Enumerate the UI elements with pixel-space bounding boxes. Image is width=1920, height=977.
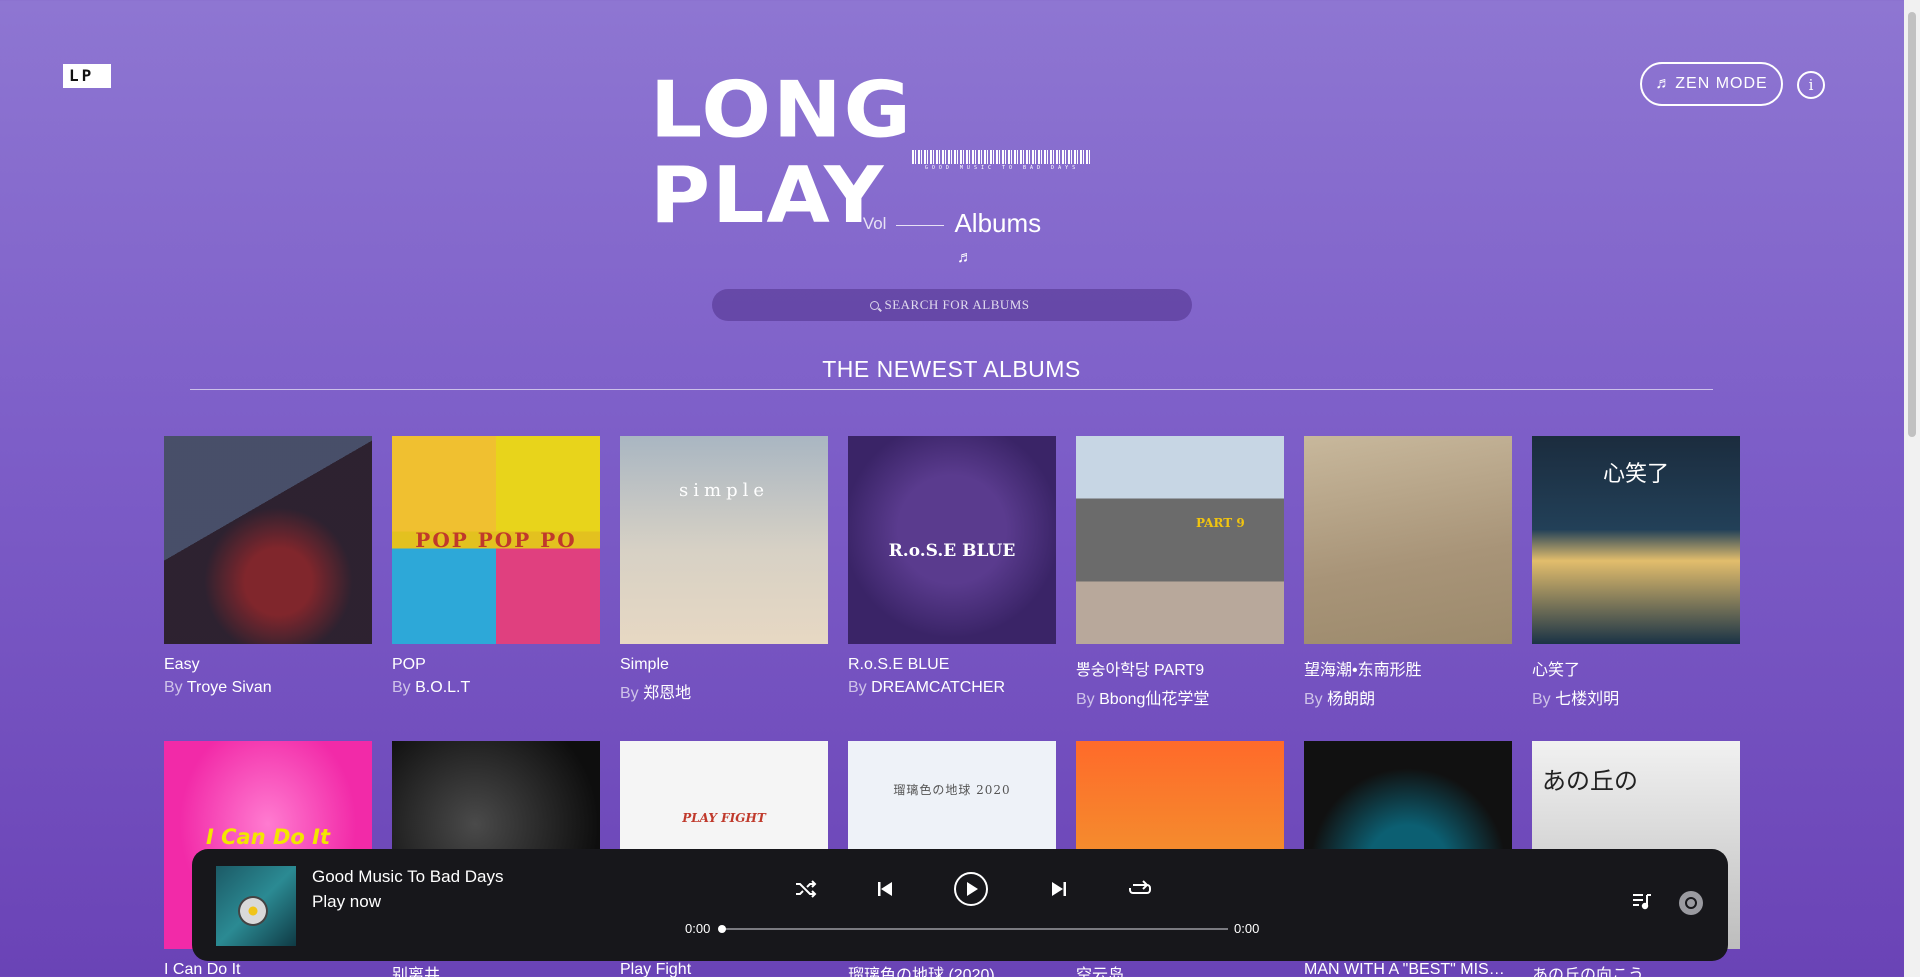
logo-tagline: GOOD MUSIC TO BAD DAYS bbox=[924, 165, 1080, 171]
album-card[interactable]: Easy By Troye Sivan bbox=[164, 436, 372, 709]
album-cover-text: PLAY FIGHT bbox=[682, 811, 766, 825]
zen-mode-label: ZEN MODE bbox=[1675, 75, 1768, 92]
album-artist-line: By 杨朗朗 bbox=[1304, 685, 1512, 709]
album-card[interactable]: simple Simple By 郑恩地 bbox=[620, 436, 828, 709]
album-artist[interactable]: B.O.L.T bbox=[415, 679, 470, 696]
previous-icon bbox=[878, 882, 892, 896]
by-label: By bbox=[164, 679, 183, 696]
player-subtitle: Play now bbox=[312, 892, 381, 911]
album-title[interactable]: 心笑了 bbox=[1532, 656, 1740, 680]
album-artist[interactable]: 郑恩地 bbox=[643, 685, 691, 702]
scrollbar-thumb[interactable] bbox=[1908, 12, 1916, 437]
album-title[interactable]: Play Fight bbox=[620, 961, 828, 977]
time-total: 0:00 bbox=[1234, 921, 1260, 936]
by-label: By bbox=[1076, 691, 1095, 708]
previous-button[interactable] bbox=[874, 875, 896, 903]
album-cover-text: PART 9 bbox=[1196, 516, 1245, 530]
by-label: By bbox=[848, 679, 867, 696]
album-cover[interactable]: POP POP PO bbox=[392, 436, 600, 644]
album-artist[interactable]: DREAMCATCHER bbox=[871, 679, 1005, 696]
album-cover-text: I Can Do It bbox=[206, 825, 330, 849]
search-bar[interactable] bbox=[712, 289, 1192, 321]
vol-prefix: Vol bbox=[862, 213, 887, 233]
album-cover[interactable] bbox=[164, 436, 372, 644]
zen-mode-button[interactable]: ♬ ZEN MODE bbox=[1640, 62, 1783, 106]
player-album-art[interactable] bbox=[216, 866, 296, 946]
repeat-icon bbox=[1129, 880, 1151, 894]
album-card[interactable]: 望海潮•东南形胜 By 杨朗朗 bbox=[1304, 436, 1512, 709]
music-note-icon: ♬ bbox=[1655, 75, 1673, 92]
next-icon bbox=[1052, 882, 1066, 896]
album-artist-line: By 七楼刘明 bbox=[1532, 685, 1740, 709]
album-artist-line: By DREAMCATCHER bbox=[848, 679, 1056, 697]
album-cover[interactable] bbox=[1304, 436, 1512, 644]
queue-icon bbox=[1633, 894, 1651, 910]
album-cover-text: simple bbox=[679, 480, 769, 501]
album-title[interactable]: 瑠璃色の地球 (2020) bbox=[848, 961, 1056, 977]
album-title[interactable]: I Can Do It bbox=[164, 961, 372, 977]
volume-heading: Vol Albums bbox=[0, 208, 1904, 239]
search-input[interactable] bbox=[884, 297, 1035, 313]
album-cover-text: POP POP PO bbox=[415, 528, 577, 552]
album-artist[interactable]: 七楼刘明 bbox=[1555, 691, 1619, 708]
album-title[interactable]: Easy bbox=[164, 656, 372, 674]
album-cover-text: 瑠璃色の地球 2020 bbox=[893, 783, 1011, 797]
time-current: 0:00 bbox=[685, 921, 711, 936]
shuffle-button[interactable] bbox=[792, 875, 820, 903]
album-cover-text: 心笑了 bbox=[1602, 462, 1669, 487]
by-label: By bbox=[1304, 691, 1323, 708]
next-button[interactable] bbox=[1048, 875, 1070, 903]
page-title: Albums bbox=[954, 208, 1042, 238]
album-cover[interactable]: 心笑了 bbox=[1532, 436, 1740, 644]
progress-bar[interactable] bbox=[718, 925, 1228, 933]
album-title[interactable]: R.o.S.E BLUE bbox=[848, 656, 1056, 674]
info-icon: i bbox=[1808, 76, 1814, 94]
album-title[interactable]: 뽕숭아학당 PART9 bbox=[1076, 656, 1284, 680]
long-play-logo: LONG PLAY GOOD MUSIC TO BAD DAYS bbox=[650, 68, 1100, 239]
album-title[interactable]: MAN WITH A "BEST" MISSIO... bbox=[1304, 961, 1512, 977]
music-player: Good Music To Bad Days Play now 0:00 0:0… bbox=[192, 849, 1728, 961]
album-artist-line: By Bbong仙花学堂 bbox=[1076, 685, 1284, 709]
album-artist-line: By 郑恩地 bbox=[620, 679, 828, 703]
album-artist[interactable]: Bbong仙花学堂 bbox=[1099, 691, 1209, 708]
info-button[interactable]: i bbox=[1797, 71, 1825, 99]
barcode-graphic bbox=[912, 150, 1092, 164]
album-cover[interactable]: R.o.S.E BLUE bbox=[848, 436, 1056, 644]
player-track-title: Good Music To Bad Days bbox=[312, 867, 504, 886]
album-artist-line: By Troye Sivan bbox=[164, 679, 372, 697]
scrollbar[interactable] bbox=[1904, 0, 1920, 977]
music-note-icon: ♬ bbox=[957, 249, 973, 266]
album-title[interactable]: 望海潮•东南形胜 bbox=[1304, 656, 1512, 680]
by-label: By bbox=[392, 679, 411, 696]
album-card[interactable]: PART 9 뽕숭아학당 PART9 By Bbong仙花学堂 bbox=[1076, 436, 1284, 709]
queue-button[interactable] bbox=[1632, 892, 1652, 915]
album-cover[interactable]: PART 9 bbox=[1076, 436, 1284, 644]
album-card[interactable]: POP POP PO POP By B.O.L.T bbox=[392, 436, 600, 709]
album-card[interactable]: R.o.S.E BLUE R.o.S.E BLUE By DREAMCATCHER bbox=[848, 436, 1056, 709]
by-label: By bbox=[1532, 691, 1551, 708]
album-title[interactable]: 别离井 bbox=[392, 961, 600, 977]
disc-icon[interactable] bbox=[1679, 891, 1703, 915]
album-title[interactable]: Simple bbox=[620, 656, 828, 674]
album-artist-line: By B.O.L.T bbox=[392, 679, 600, 697]
album-artist[interactable]: 杨朗朗 bbox=[1327, 691, 1375, 708]
section-title: THE NEWEST ALBUMS bbox=[190, 356, 1713, 390]
lp-badge[interactable]: LP bbox=[63, 64, 111, 88]
album-title[interactable]: 空云岛 bbox=[1076, 961, 1284, 977]
album-artist[interactable]: Troye Sivan bbox=[187, 679, 272, 696]
shuffle-icon bbox=[796, 880, 817, 898]
vol-divider bbox=[896, 225, 945, 226]
album-title[interactable]: POP bbox=[392, 656, 600, 674]
album-cover-text: R.o.S.E BLUE bbox=[888, 541, 1016, 561]
progress-handle[interactable] bbox=[718, 925, 726, 933]
search-icon bbox=[869, 300, 879, 310]
by-label: By bbox=[620, 685, 639, 702]
repeat-button[interactable] bbox=[1126, 875, 1154, 903]
album-cover-text: あの丘の bbox=[1542, 767, 1638, 795]
album-cover[interactable]: simple bbox=[620, 436, 828, 644]
album-title[interactable]: あの丘の向こう bbox=[1532, 961, 1740, 977]
play-button[interactable] bbox=[954, 872, 988, 906]
album-card[interactable]: 心笑了 心笑了 By 七楼刘明 bbox=[1532, 436, 1740, 709]
